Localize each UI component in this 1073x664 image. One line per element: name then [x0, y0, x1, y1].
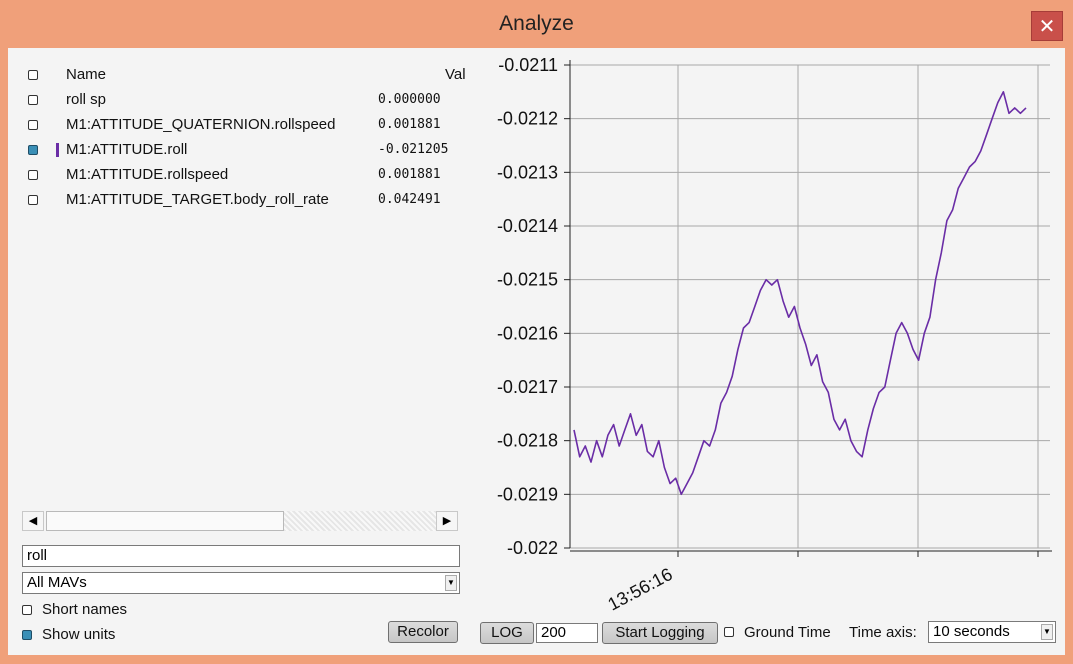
variable-name: M1:ATTITUDE.roll [66, 141, 188, 158]
y-tick-label: -0.0212 [497, 109, 558, 129]
scroll-left-button[interactable]: ◀ [22, 511, 44, 531]
chevron-down-icon[interactable]: ▼ [1041, 624, 1053, 640]
list-header: Name Value [8, 63, 466, 87]
variable-value: 0.000000 [378, 92, 441, 107]
scroll-thumb[interactable] [46, 511, 284, 531]
variable-checkbox[interactable] [28, 195, 38, 205]
time-axis-select[interactable]: 10 seconds ▼ [928, 621, 1056, 643]
variable-value: 0.001881 [378, 117, 441, 132]
variable-name: roll sp [66, 91, 107, 108]
header-value: Value [445, 66, 466, 83]
close-button[interactable]: ✕ [1031, 11, 1063, 41]
log-button[interactable]: LOG [480, 622, 534, 644]
x-tick-label: 13:56:16 [604, 564, 675, 615]
log-count-input[interactable]: 200 [536, 623, 598, 643]
filter-input[interactable]: roll [22, 545, 460, 567]
variable-name: M1:ATTITUDE_TARGET.body_roll_rate [66, 191, 329, 208]
variable-row[interactable]: M1:ATTITUDE.rollspeed 0.001881 [8, 163, 466, 187]
variable-checkbox[interactable] [28, 120, 38, 130]
variable-row[interactable]: M1:ATTITUDE_QUATERNION.rollspeed 0.001881 [8, 113, 466, 137]
recolor-button[interactable]: Recolor [388, 621, 458, 643]
scroll-right-button[interactable]: ▶ [436, 511, 458, 531]
show-units-checkbox[interactable] [22, 630, 32, 640]
variable-row[interactable]: M1:ATTITUDE.roll -0.021205 [8, 138, 466, 162]
y-tick-label: -0.0218 [497, 431, 558, 451]
short-names-option[interactable]: Short names [22, 601, 222, 621]
show-units-option[interactable]: Show units [22, 626, 222, 646]
y-tick-label: -0.022 [507, 538, 558, 558]
y-tick-label: -0.0215 [497, 270, 558, 290]
title-bar[interactable]: Analyze ✕ [0, 0, 1073, 48]
window-title: Analyze [499, 12, 574, 35]
short-names-checkbox[interactable] [22, 605, 32, 615]
analyze-window: Analyze ✕ Name Value roll sp 0.000000 M1:A… [0, 0, 1073, 664]
variable-checkbox[interactable] [28, 170, 38, 180]
ground-time-label: Ground Time [744, 624, 831, 641]
variable-list[interactable]: Name Value roll sp 0.000000 M1:ATTITUDE_QU… [8, 48, 466, 508]
series-line-attitude-roll [573, 91, 1027, 496]
variable-row[interactable]: M1:ATTITUDE_TARGET.body_roll_rate 0.04249… [8, 188, 466, 212]
select-all-checkbox[interactable] [28, 70, 38, 80]
variable-name: M1:ATTITUDE.rollspeed [66, 166, 229, 183]
time-axis-value: 10 seconds [933, 623, 1010, 640]
variable-checkbox[interactable] [28, 145, 38, 155]
variable-row[interactable]: roll sp 0.000000 [8, 88, 466, 112]
y-tick-label: -0.0211 [498, 55, 558, 75]
y-tick-label: -0.0219 [497, 484, 558, 504]
y-tick-label: -0.0217 [497, 377, 558, 397]
y-tick-label: -0.0213 [497, 162, 558, 182]
variable-name: M1:ATTITUDE_QUATERNION.rollspeed [66, 116, 336, 133]
y-tick-label: -0.0214 [497, 216, 558, 236]
line-chart: -0.0211 -0.0212 -0.0213 -0.0214 -0.0215 -0.02… [497, 55, 1052, 615]
y-tick-label: -0.0216 [497, 323, 558, 343]
series-color-swatch[interactable] [56, 143, 59, 157]
header-name: Name [66, 66, 107, 83]
chevron-down-icon[interactable]: ▼ [445, 575, 457, 591]
short-names-label: Short names [42, 601, 128, 618]
variable-value: -0.021205 [378, 142, 449, 157]
client-area: Name Value roll sp 0.000000 M1:ATTITUDE_QU… [8, 48, 1065, 655]
horizontal-scrollbar[interactable]: ◀ ▶ [22, 509, 460, 533]
plot-area[interactable]: -0.0211 -0.0212 -0.0213 -0.0214 -0.0215 -0.02… [466, 48, 1065, 618]
start-logging-button[interactable]: Start Logging [602, 622, 718, 644]
mav-select[interactable]: All MAVs ▼ [22, 572, 460, 594]
time-axis-label: Time axis: [849, 624, 917, 641]
show-units-label: Show units [42, 626, 116, 643]
variable-value: 0.042491 [378, 192, 441, 207]
variable-checkbox[interactable] [28, 95, 38, 105]
mav-select-value: All MAVs [27, 574, 87, 591]
ground-time-checkbox[interactable] [724, 627, 734, 637]
plot-toolbar: LOG 200 Start Logging Ground Time Time a… [466, 618, 1065, 655]
variable-value: 0.001881 [378, 167, 441, 182]
